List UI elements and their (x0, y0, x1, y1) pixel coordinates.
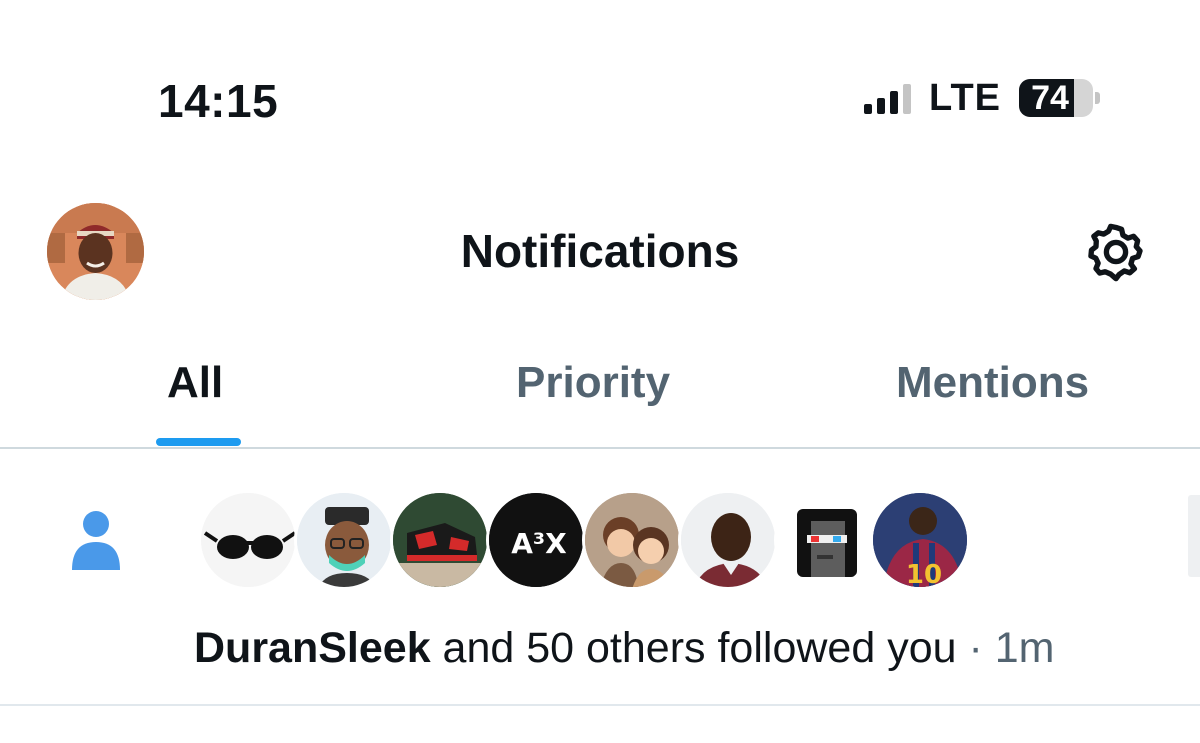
battery-icon: 74 (1019, 79, 1100, 117)
tab-bar: All Priority Mentions (0, 345, 1200, 449)
status-time: 14:15 (158, 75, 279, 127)
follower-avatar-sneakers[interactable] (390, 490, 490, 590)
signal-icon (864, 82, 912, 114)
battery-percent: 74 (1031, 79, 1069, 117)
notification-message: and 50 others followed you (430, 624, 969, 672)
status-indicators: LTE 74 (864, 76, 1100, 119)
follower-avatar-man[interactable] (678, 490, 778, 590)
follower-avatar-memoji[interactable] (294, 490, 394, 590)
gear-icon[interactable] (1084, 220, 1148, 284)
page-title: Notifications (460, 225, 740, 277)
tab-priority[interactable]: Priority (516, 345, 670, 447)
follower-avatar-cartoon-couple[interactable] (582, 490, 682, 590)
follower-avatar-pixel-punk[interactable] (774, 490, 874, 590)
follower-avatar-a3x[interactable]: A³X (486, 490, 586, 590)
scroll-edge (1188, 495, 1200, 577)
separator-dot: · (968, 624, 983, 672)
person-icon (70, 510, 122, 570)
notification-text: DuranSleek and 50 others followed you · … (194, 624, 1054, 673)
tab-mentions[interactable]: Mentions (896, 345, 1089, 447)
follower-avatar-sunglasses[interactable] (198, 490, 298, 590)
network-type: LTE (929, 76, 1001, 119)
notification-follow[interactable]: A³X 10 DuranSleek and 50 others followed… (0, 450, 1200, 706)
svg-text:10: 10 (906, 560, 942, 590)
follower-name[interactable]: DuranSleek (194, 624, 431, 672)
tab-all[interactable]: All (167, 345, 223, 447)
notification-time: 1m (982, 624, 1055, 672)
follower-avatar-messi[interactable]: 10 (870, 490, 970, 590)
avatar-badge-text: A³X (511, 527, 567, 560)
active-tab-indicator (156, 438, 241, 446)
